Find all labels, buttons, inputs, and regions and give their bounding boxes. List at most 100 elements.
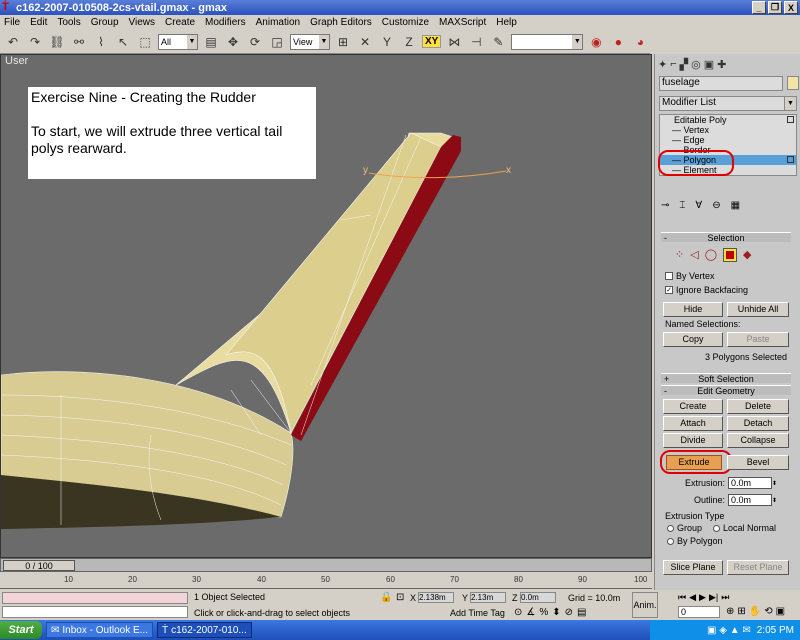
menu-modifiers[interactable]: Modifiers <box>205 17 246 28</box>
display-tab-icon[interactable]: ▣ <box>704 58 714 71</box>
snap-icon[interactable]: ⊙ <box>514 607 522 618</box>
collapse-button[interactable]: Collapse <box>727 433 789 448</box>
menu-file[interactable]: File <box>4 17 20 28</box>
spinner-snap-icon[interactable]: ⬍ <box>552 607 560 618</box>
vertex-level-icon[interactable]: ⁘ <box>675 248 684 262</box>
utilities-tab-icon[interactable]: ✚ <box>717 58 726 71</box>
group-radio[interactable]: Group <box>667 523 702 533</box>
zoom-icon[interactable]: ⊕ <box>726 606 734 617</box>
polygon-level-icon[interactable] <box>723 248 737 262</box>
y-coord-field[interactable]: 2.13m <box>470 592 506 603</box>
paste-button[interactable]: Paste <box>727 332 789 347</box>
angle-snap-icon[interactable]: ∡ <box>526 607 535 618</box>
named-selection-set-dropdown[interactable]: ▼ <box>511 33 584 50</box>
by-vertex-checkbox[interactable]: By Vertex <box>665 271 715 281</box>
menu-maxscript[interactable]: MAXScript <box>439 17 486 28</box>
menu-group[interactable]: Group <box>91 17 119 28</box>
ignore-backfacing-checkbox[interactable]: ✓ Ignore Backfacing <box>665 285 748 295</box>
prev-frame-icon[interactable]: ◀ <box>689 592 696 603</box>
maxscript-listener-mini[interactable] <box>2 592 188 604</box>
modifier-list-dropdown[interactable]: Modifier List ▼ <box>659 96 797 111</box>
add-time-tag-button[interactable]: Add Time Tag <box>450 608 505 618</box>
redo-icon[interactable]: ↷ <box>26 33 44 51</box>
undo-icon[interactable]: ↶ <box>4 33 22 51</box>
menu-help[interactable]: Help <box>496 17 517 28</box>
selection-rollout-header[interactable]: - Selection <box>661 232 791 243</box>
stack-item-vertex[interactable]: — Vertex <box>660 125 796 135</box>
restrict-x-icon[interactable]: ✕ <box>356 33 374 51</box>
divide-button[interactable]: Divide <box>663 433 723 448</box>
animate-button[interactable]: Anim. <box>632 592 658 618</box>
maxscript-input-mini[interactable] <box>2 606 188 618</box>
task-outlook[interactable]: ✉ Inbox - Outlook E... <box>46 622 153 638</box>
unhide-all-button[interactable]: Unhide All <box>727 302 789 317</box>
modify-tab-icon[interactable]: ⌐ <box>670 58 676 70</box>
restore-button[interactable]: ❐ <box>768 1 782 14</box>
reset-plane-button[interactable]: Reset Plane <box>727 560 789 575</box>
hide-button[interactable]: Hide <box>663 302 723 317</box>
local-normal-radio[interactable]: Local Normal <box>713 523 776 533</box>
restrict-xy-button[interactable]: XY <box>422 35 442 48</box>
border-level-icon[interactable]: ◯ <box>705 248 717 262</box>
object-name-field[interactable]: fuselage <box>659 76 783 91</box>
maximize-viewport-icon[interactable]: ▣ <box>776 606 785 617</box>
current-frame-field[interactable]: 0 <box>678 606 720 618</box>
delete-button[interactable]: Delete <box>727 399 789 414</box>
menu-animation[interactable]: Animation <box>256 17 300 28</box>
degradation-override-icon[interactable]: ▤ <box>577 607 586 618</box>
ref-coord-dropdown[interactable]: View ▼ <box>290 33 330 50</box>
remove-modifier-icon[interactable]: ⊖ <box>712 200 720 211</box>
minimize-button[interactable]: _ <box>752 1 766 14</box>
by-polygon-radio[interactable]: By Polygon <box>667 536 723 546</box>
edit-geometry-rollout-header[interactable]: - Edit Geometry <box>661 385 791 396</box>
create-tab-icon[interactable]: ✦ <box>658 58 667 71</box>
menu-tools[interactable]: Tools <box>57 17 80 28</box>
create-button[interactable]: Create <box>663 399 723 414</box>
extrude-button[interactable]: Extrude <box>666 455 722 470</box>
configure-sets-icon[interactable]: ▦ <box>731 200 740 211</box>
time-slider-track[interactable]: 0 / 100 <box>0 558 652 572</box>
quick-render-icon[interactable]: ◕ <box>631 33 649 51</box>
motion-tab-icon[interactable]: ◎ <box>691 58 701 71</box>
menu-customize[interactable]: Customize <box>382 17 429 28</box>
menu-create[interactable]: Create <box>165 17 195 28</box>
render-icon[interactable]: ● <box>609 33 627 51</box>
selection-filter-dropdown[interactable]: All ▼ <box>158 33 198 50</box>
restrict-z-icon[interactable]: Z <box>400 33 418 51</box>
show-end-result-icon[interactable]: ⌶ <box>679 200 685 211</box>
arc-rotate-icon[interactable]: ⟲ <box>764 606 772 617</box>
task-gmax[interactable]: Ṫc162-2007-010... <box>157 622 252 638</box>
align-icon[interactable]: ⊣ <box>467 33 485 51</box>
hierarchy-tab-icon[interactable]: ▞ <box>680 58 688 71</box>
element-level-icon[interactable]: ◆ <box>743 248 751 262</box>
z-coord-field[interactable]: 0.0m <box>520 592 556 603</box>
menu-edit[interactable]: Edit <box>30 17 47 28</box>
close-button[interactable]: X <box>784 1 798 14</box>
spinner-arrows-icon[interactable]: ⬍ <box>772 480 778 487</box>
unlink-icon[interactable]: ⚯ <box>70 33 88 51</box>
next-frame-icon[interactable]: ▶| <box>709 592 718 603</box>
select-region-icon[interactable]: ⬚ <box>136 33 154 51</box>
x-coord-field[interactable]: 2.138m <box>418 592 454 603</box>
stack-item-edge[interactable]: — Edge <box>660 135 796 145</box>
play-icon[interactable]: ▶ <box>699 592 706 603</box>
edge-level-icon[interactable]: ◁ <box>690 248 698 262</box>
time-slider[interactable]: 0 / 100 <box>3 560 75 571</box>
spinner-arrows-icon[interactable]: ⬍ <box>772 497 778 504</box>
window-crossing-icon[interactable]: ⊘ <box>565 607 573 618</box>
copy-button[interactable]: Copy <box>663 332 723 347</box>
restrict-y-icon[interactable]: Y <box>378 33 396 51</box>
track-bar[interactable]: 10 20 30 40 50 60 70 80 90 100 <box>0 573 652 589</box>
select-object-icon[interactable]: ↖ <box>114 33 132 51</box>
go-to-start-icon[interactable]: ⏮ <box>678 592 686 603</box>
menu-graph-editors[interactable]: Graph Editors <box>310 17 372 28</box>
attach-button[interactable]: Attach <box>663 416 723 431</box>
soft-selection-rollout-header[interactable]: + Soft Selection <box>661 373 791 384</box>
pivot-center-icon[interactable]: ⊞ <box>334 33 352 51</box>
outline-value-field[interactable]: 0.0m <box>728 494 772 506</box>
tray-icons[interactable]: ▣ ◈ ▲ ✉ <box>707 625 751 636</box>
object-color-swatch[interactable] <box>787 76 799 90</box>
perspective-viewport[interactable]: User y x Exercise Nine - Creating the Ru… <box>0 54 652 558</box>
mirror-icon[interactable]: ⋈ <box>445 33 463 51</box>
scale-icon[interactable]: ◲ <box>268 33 286 51</box>
